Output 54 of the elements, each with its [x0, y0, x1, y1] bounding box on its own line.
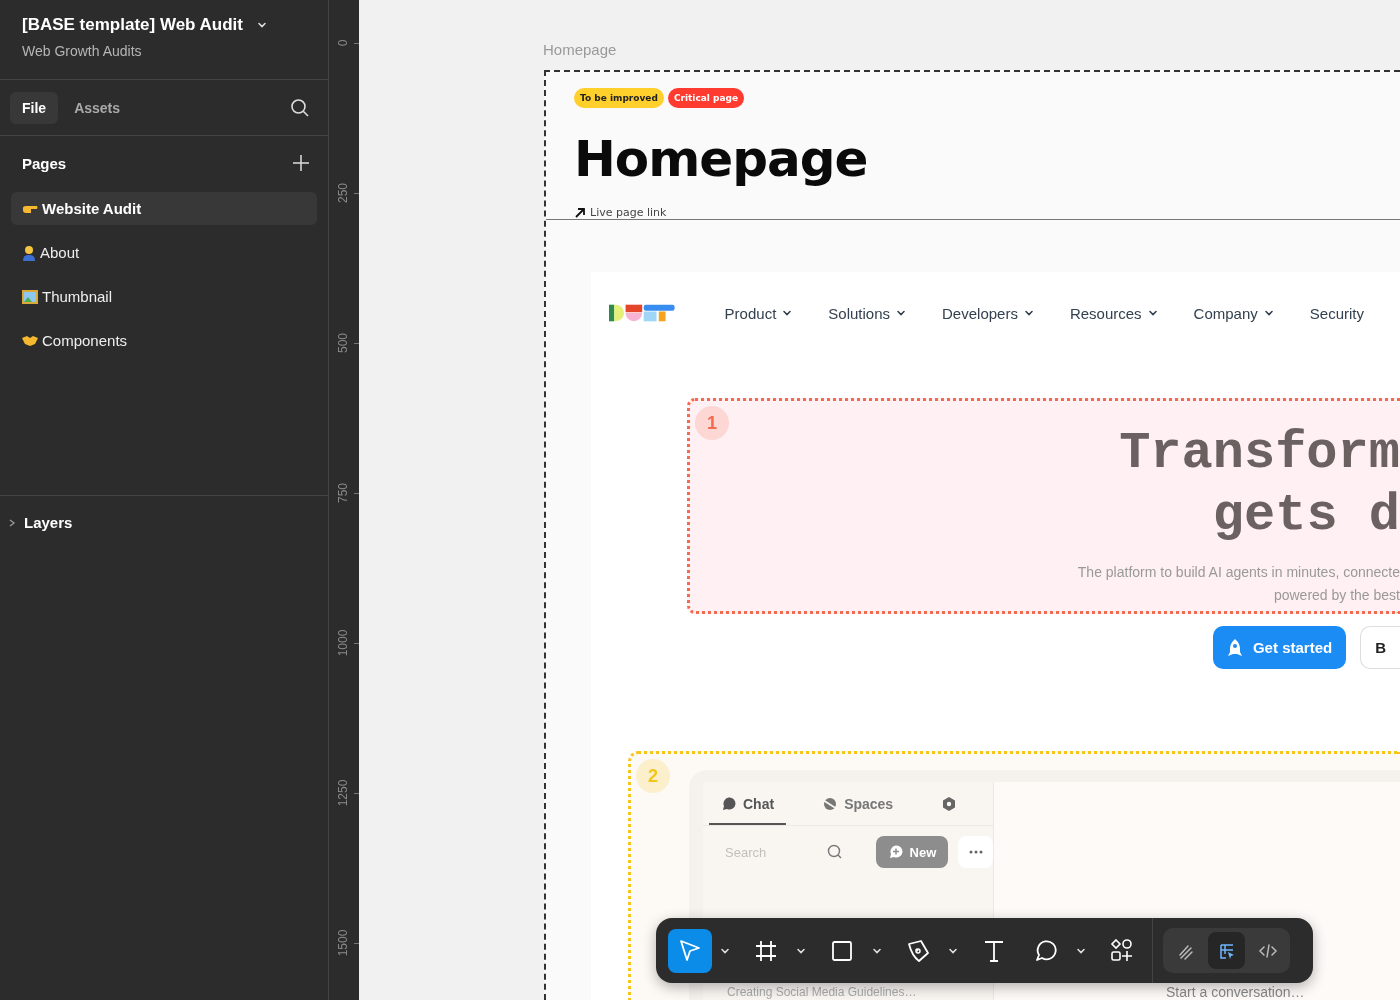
picture-icon [22, 289, 38, 304]
design-mode-button[interactable] [1208, 932, 1245, 969]
page-item[interactable]: Components [11, 324, 317, 357]
nav-menu-item[interactable]: Developers [942, 304, 1052, 322]
file-title[interactable]: [BASE template] Web Audit [22, 15, 243, 35]
pages-heading: Pages [22, 154, 67, 172]
page-item[interactable]: Website Audit [11, 192, 317, 225]
hero-subtitle: The platform to build AI agents in minutes, connecte [1077, 563, 1400, 582]
marker-number: 1 [695, 406, 729, 440]
person-icon [22, 244, 36, 261]
ruler-label: 500 [336, 333, 350, 353]
layers-heading[interactable]: Layers [24, 514, 73, 531]
add-bubble-icon [887, 844, 904, 860]
ruler-label: 0 [336, 39, 350, 47]
move-tool-button[interactable] [668, 928, 712, 973]
status-tag: To be improved [574, 88, 664, 108]
ruler-label: 1250 [336, 779, 350, 807]
more-icon [968, 850, 983, 854]
ruler-label: 250 [336, 183, 350, 203]
search-icon[interactable] [290, 97, 310, 118]
panel-tab[interactable]: File [10, 91, 59, 124]
ruler-label: 750 [336, 483, 350, 503]
chat-app-tab[interactable]: Spaces [810, 796, 906, 825]
chat-app-tab[interactable]: Chat [709, 796, 787, 825]
logo-drawing[interactable] [609, 302, 675, 324]
rocket-icon [1226, 637, 1243, 658]
nav-menu-item[interactable]: Company [1193, 304, 1292, 322]
page-item[interactable]: About [11, 236, 317, 269]
nav-menu-item[interactable]: Security [1309, 304, 1382, 322]
handshake-icon [22, 334, 38, 347]
hexagon-icon [941, 796, 958, 812]
nav-menu-item[interactable]: Solutions [828, 304, 925, 322]
live-page-link[interactable]: Live page link [590, 206, 667, 219]
nav-menu-item[interactable]: Resources [1069, 304, 1176, 322]
ruler-label: 1000 [336, 629, 350, 657]
project-name: Web Growth Audits [22, 43, 142, 59]
chevron-right-icon[interactable] [8, 517, 16, 528]
add-icon[interactable] [292, 154, 310, 172]
page-item[interactable]: Thumbnail [11, 280, 317, 313]
arrow-up-right-icon [574, 206, 586, 219]
marker-number: 2 [636, 759, 670, 793]
chat-bubble-icon [721, 796, 737, 812]
headline: Transform [1119, 423, 1400, 485]
empty-state-text: Start a conversation… [1166, 985, 1305, 999]
status-tag: Critical page [667, 88, 745, 108]
headline: gets d [1212, 485, 1400, 547]
planet-icon [822, 796, 839, 812]
hero-subtitle: powered by the best [1272, 586, 1400, 605]
ruler-label: 1500 [336, 929, 350, 957]
panel-tab[interactable]: Assets [62, 91, 133, 124]
secondary-button[interactable]: B [1360, 626, 1400, 669]
nav-menu-item[interactable]: Product [724, 304, 811, 322]
chevron-down-icon [257, 20, 267, 30]
page-title: Homepage [574, 130, 868, 188]
